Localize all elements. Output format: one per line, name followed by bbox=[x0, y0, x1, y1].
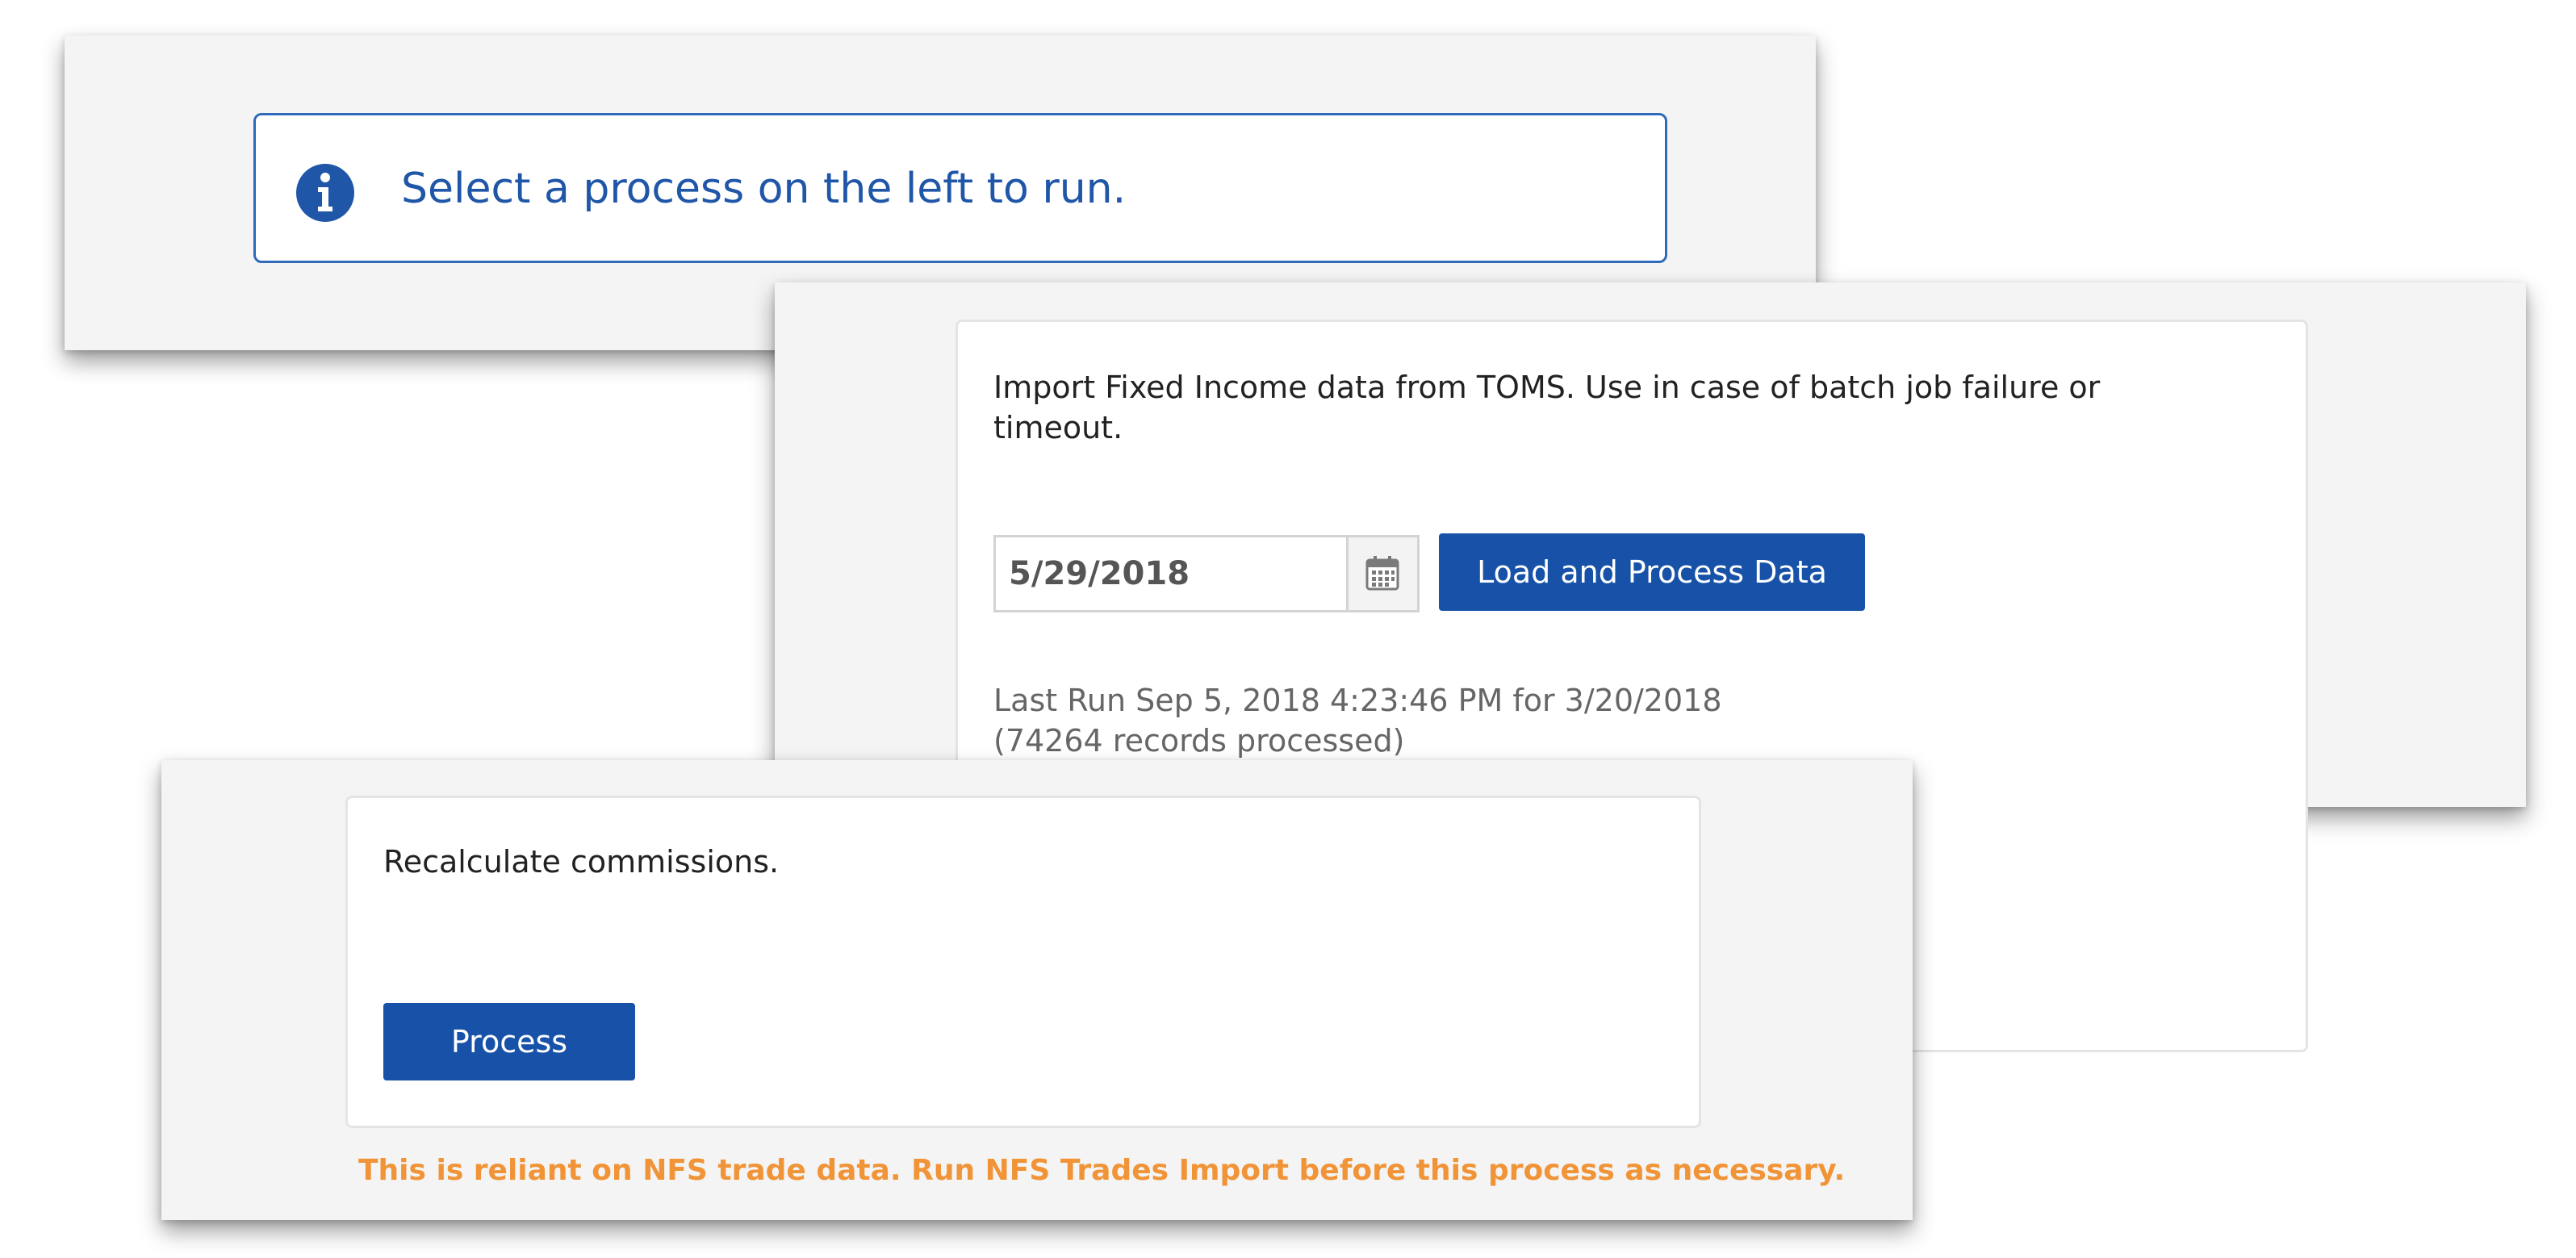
load-and-process-data-button[interactable]: Load and Process Data bbox=[1439, 533, 1865, 611]
date-picker bbox=[993, 535, 1420, 612]
calendar-icon bbox=[1365, 556, 1399, 591]
import-fixed-income-panel: Import Fixed Income data from TOMS. Use … bbox=[775, 282, 2526, 1052]
recalc-card: Recalculate commissions. Process bbox=[345, 796, 1701, 1128]
info-alert: Select a process on the left to run. bbox=[253, 113, 1667, 263]
import-description: Import Fixed Income data from TOMS. Use … bbox=[993, 370, 2101, 445]
date-input[interactable] bbox=[996, 537, 1343, 610]
info-message: Select a process on the left to run. bbox=[401, 165, 1127, 213]
recalculate-commissions-panel: Recalculate commissions. Process This is… bbox=[161, 760, 1913, 1220]
records-processed-text: (74264 records processed) bbox=[993, 723, 1405, 759]
last-run-status: Last Run Sep 5, 2018 4:23:46 PM for 3/20… bbox=[993, 680, 1722, 761]
warning-text: This is reliant on NFS trade data. Run N… bbox=[358, 1154, 1846, 1187]
calendar-button[interactable] bbox=[1346, 537, 1417, 610]
process-button[interactable]: Process bbox=[383, 1003, 635, 1080]
recalc-description: Recalculate commissions. bbox=[383, 844, 780, 880]
info-circle-icon bbox=[296, 164, 354, 222]
last-run-text: Last Run Sep 5, 2018 4:23:46 PM for 3/20… bbox=[993, 683, 1722, 718]
